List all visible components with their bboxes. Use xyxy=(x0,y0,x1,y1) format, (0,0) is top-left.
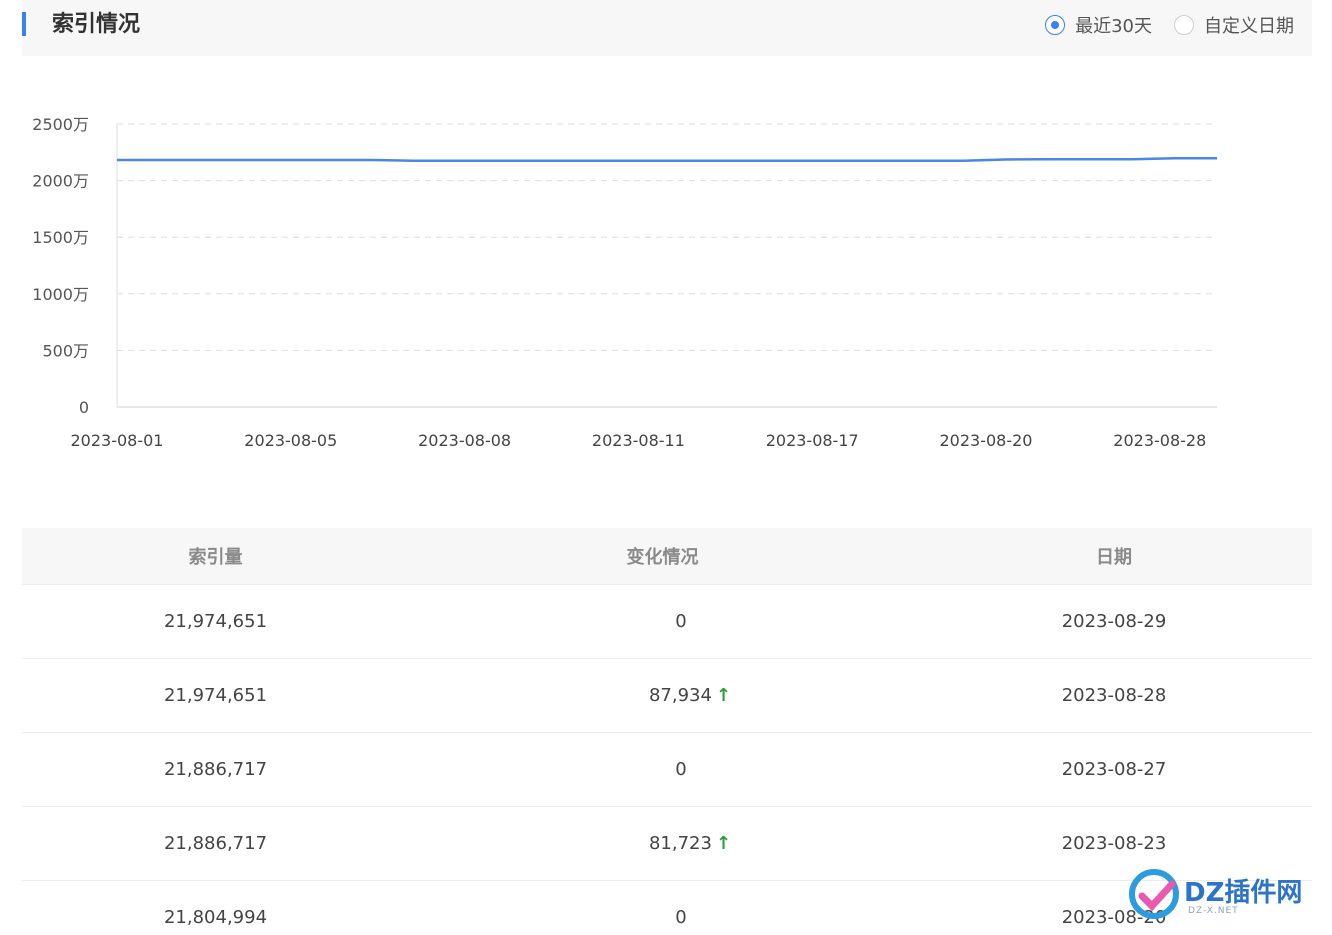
radio-checked-icon[interactable] xyxy=(1045,15,1066,35)
table-row: 21,804,994 0 2023-08-20 xyxy=(22,881,1312,935)
change-cell: 81,723 ↑ xyxy=(594,833,731,854)
watermark-subtext: DZ-X.NET xyxy=(1188,906,1239,916)
header-index: 索引量 xyxy=(188,547,243,568)
x-tick-label: 2023-08-11 xyxy=(592,431,685,450)
date-range-options: 最近30天 自定义日期 xyxy=(1045,12,1294,38)
title-accent-bar xyxy=(22,12,26,36)
y-tick-label: 0 xyxy=(79,398,89,417)
index-value: 21,804,994 xyxy=(163,907,268,928)
x-tick-label: 2023-08-17 xyxy=(766,431,859,450)
table-row: 21,974,651 0 2023-08-29 xyxy=(22,585,1312,659)
index-value: 21,974,651 xyxy=(163,685,268,706)
x-tick-label: 2023-08-20 xyxy=(940,431,1033,450)
watermark-logo: DZ插件网 DZ-X.NET xyxy=(1128,868,1328,924)
table-row: 21,886,717 81,723 ↑ 2023-08-23 xyxy=(22,807,1312,881)
change-value: 87,934 xyxy=(648,685,712,706)
y-tick-label: 1500万 xyxy=(32,228,89,247)
check-logo-icon xyxy=(1129,869,1179,919)
series-line xyxy=(117,157,1217,162)
change-value: 0 xyxy=(675,611,687,632)
x-tick-label: 2023-08-28 xyxy=(1113,431,1206,450)
option-label: 最近30天 xyxy=(1075,16,1152,37)
header-change: 变化情况 xyxy=(626,547,699,568)
radio-unchecked-icon[interactable] xyxy=(1174,15,1194,35)
change-cell: 87,934 ↑ xyxy=(594,685,731,706)
index-value: 21,886,717 xyxy=(163,833,268,854)
table-header: 索引量 变化情况 日期 xyxy=(22,528,1312,585)
arrow-up-icon: ↑ xyxy=(715,832,732,854)
section-title: 索引情况 xyxy=(52,12,141,37)
index-table: 索引量 变化情况 日期 21,974,651 0 2023-08-29 21,9… xyxy=(22,528,1312,935)
change-cell: 0 xyxy=(620,759,704,780)
change-cell: 0 xyxy=(620,611,704,632)
date-value: 2023-08-23 xyxy=(1061,833,1167,854)
header-date: 日期 xyxy=(1096,547,1132,568)
option-last-30-days[interactable]: 最近30天 xyxy=(1045,12,1152,38)
line-chart-svg: 0 500万 1000万 1500万 2000万 2500万 2023-08-01 2023-… xyxy=(32,115,1217,450)
index-value: 21,974,651 xyxy=(163,611,268,632)
y-tick-label: 2500万 xyxy=(32,115,89,134)
section-header: 索引情况 最近30天 自定义日期 xyxy=(22,0,1312,56)
x-tick-label: 2023-08-05 xyxy=(244,431,337,450)
date-value: 2023-08-27 xyxy=(1061,759,1167,780)
watermark-text: DZ插件网 xyxy=(1184,878,1303,908)
table-row: 21,886,717 0 2023-08-27 xyxy=(22,733,1312,807)
y-tick-label: 2000万 xyxy=(32,172,89,191)
change-value: 81,723 xyxy=(648,833,712,854)
arrow-up-icon: ↑ xyxy=(715,684,732,706)
table-row: 21,974,651 87,934 ↑ 2023-08-28 xyxy=(22,659,1312,733)
index-chart: 0 500万 1000万 1500万 2000万 2500万 2023-08-01 2023-… xyxy=(0,90,1332,470)
x-tick-label: 2023-08-08 xyxy=(418,431,511,450)
y-tick-label: 500万 xyxy=(42,341,89,360)
option-label: 自定义日期 xyxy=(1204,16,1294,37)
table-body: 21,974,651 0 2023-08-29 21,974,651 87,93… xyxy=(22,585,1312,935)
date-value: 2023-08-28 xyxy=(1061,685,1167,706)
y-tick-label: 1000万 xyxy=(32,285,89,304)
change-value: 0 xyxy=(675,907,687,928)
change-value: 0 xyxy=(675,759,687,780)
index-value: 21,886,717 xyxy=(163,759,268,780)
change-cell: 0 xyxy=(620,907,704,928)
date-value: 2023-08-29 xyxy=(1061,611,1167,632)
option-custom-date[interactable]: 自定义日期 xyxy=(1174,12,1294,38)
x-tick-label: 2023-08-01 xyxy=(71,431,164,450)
